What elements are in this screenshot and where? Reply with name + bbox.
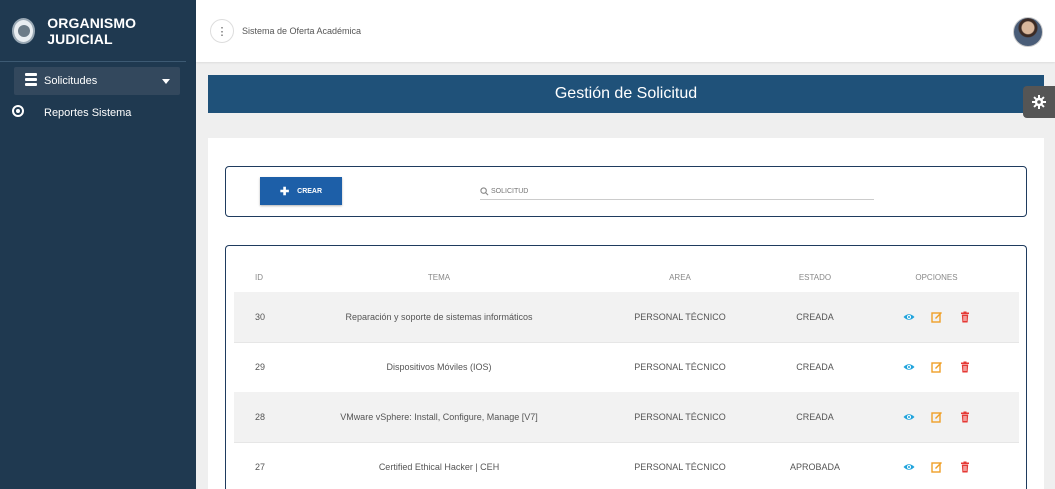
- page-title-bar: Gestión de Solicitud: [208, 75, 1044, 113]
- cell-estado: CREADA: [796, 312, 834, 322]
- trash-icon[interactable]: [959, 461, 971, 473]
- edit-icon[interactable]: [930, 411, 943, 423]
- cell-area: PERSONAL TÉCNICO: [634, 312, 726, 322]
- column-header-area[interactable]: AREA: [584, 273, 776, 282]
- cell-tema: Reparación y soporte de sistemas informá…: [345, 312, 533, 322]
- server-icon: [25, 73, 37, 87]
- search-icon: [480, 186, 489, 195]
- cell-opciones: [854, 361, 1019, 373]
- sidebar-item-label: Reportes Sistema: [44, 107, 132, 119]
- more-vertical-icon: ⋮: [216, 25, 228, 38]
- search-card: ✚ CREAR: [225, 166, 1027, 217]
- create-button-label: CREAR: [297, 187, 323, 195]
- search-input[interactable]: [489, 187, 871, 195]
- trash-icon[interactable]: [959, 411, 971, 423]
- cell-estado: CREADA: [796, 362, 834, 372]
- cell-id: 28: [255, 412, 266, 422]
- plus-icon: ✚: [279, 185, 290, 198]
- cell-opciones: [854, 411, 1019, 423]
- trash-icon[interactable]: [959, 311, 971, 323]
- eye-icon[interactable]: [903, 461, 915, 473]
- column-header-opciones: OPCIONES: [915, 272, 958, 282]
- table-row: 29 Dispositivos Móviles (IOS) PERSONAL T…: [234, 342, 1019, 393]
- app-name: Sistema de Oferta Académica: [242, 26, 362, 36]
- page-title: Gestión de Solicitud: [554, 85, 698, 102]
- sidebar: ORGANISMO JUDICIAL Solicitudes Reportes …: [0, 0, 196, 489]
- table-row: 27 Certified Ethical Hacker | CEH PERSON…: [234, 442, 1019, 489]
- edit-icon[interactable]: [930, 311, 943, 323]
- brand-title: ORGANISMO JUDICIAL: [47, 14, 137, 47]
- column-header-id[interactable]: ID: [234, 273, 294, 282]
- gear-icon: [1032, 95, 1046, 109]
- sidebar-item-solicitudes[interactable]: Solicitudes: [14, 67, 180, 95]
- table-header: ID TEMA AREA ESTADO OPCIONES: [234, 262, 1019, 292]
- cell-estado: CREADA: [796, 412, 834, 422]
- top-bar: ⋮ Sistema de Oferta Académica: [196, 0, 1055, 62]
- eye-icon[interactable]: [903, 311, 915, 323]
- sidebar-item-reportes[interactable]: Reportes Sistema: [0, 99, 196, 127]
- cell-id: 29: [255, 362, 266, 372]
- eye-icon[interactable]: [903, 411, 915, 423]
- cell-tema: Certified Ethical Hacker | CEH: [378, 462, 500, 472]
- search-field: [480, 183, 874, 200]
- radio-icon: [12, 105, 24, 117]
- avatar[interactable]: [1013, 17, 1043, 47]
- cell-area: PERSONAL TÉCNICO: [634, 462, 726, 472]
- column-header-tema[interactable]: TEMA: [294, 273, 584, 282]
- edit-icon[interactable]: [930, 361, 943, 373]
- cell-estado: APROBADA: [789, 462, 840, 472]
- cell-id: 27: [255, 462, 266, 472]
- cell-area: PERSONAL TÉCNICO: [634, 362, 726, 372]
- create-button[interactable]: ✚ CREAR: [260, 177, 342, 205]
- sidebar-item-label: Solicitudes: [44, 75, 98, 87]
- table-row: 28 VMware vSphere: Install, Configure, M…: [234, 392, 1019, 443]
- column-header-estado[interactable]: ESTADO: [776, 273, 854, 282]
- table-row: 30 Reparación y soporte de sistemas info…: [234, 292, 1019, 343]
- cell-opciones: [854, 461, 1019, 473]
- settings-button[interactable]: [1023, 86, 1055, 118]
- cell-id: 30: [255, 312, 266, 322]
- menu-toggle-button[interactable]: ⋮: [210, 19, 234, 43]
- edit-icon[interactable]: [930, 461, 943, 473]
- eye-icon[interactable]: [903, 361, 915, 373]
- cell-tema: Dispositivos Móviles (IOS): [386, 362, 492, 372]
- trash-icon[interactable]: [959, 361, 971, 373]
- cell-tema: VMware vSphere: Install, Configure, Mana…: [340, 412, 538, 422]
- brand: ORGANISMO JUDICIAL: [0, 0, 186, 62]
- chevron-down-icon: [162, 79, 170, 84]
- cell-area: PERSONAL TÉCNICO: [634, 412, 726, 422]
- requests-table: ID TEMA AREA ESTADO OPCIONES 30 Reparaci…: [225, 245, 1027, 489]
- cell-opciones: [854, 311, 1019, 323]
- judicial-seal-icon: [12, 17, 36, 44]
